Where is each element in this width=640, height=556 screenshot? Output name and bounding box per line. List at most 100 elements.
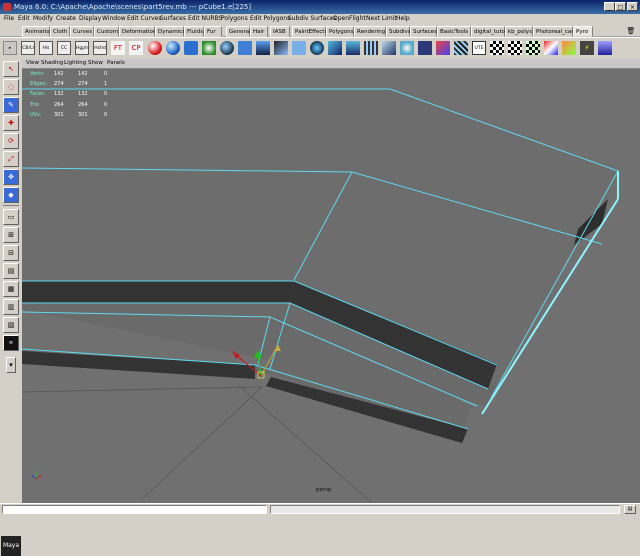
panel-menu-panels[interactable]: Panels [107, 60, 125, 66]
checker-icon[interactable] [490, 41, 504, 55]
menu-modify[interactable]: Modify [33, 15, 53, 22]
select-tool-icon[interactable]: ↖ [3, 61, 19, 77]
manipulator-tool-icon[interactable]: ✥ [3, 169, 19, 185]
shelf-tab-iasb[interactable]: IASB [270, 26, 290, 37]
layout-side-by-side-icon[interactable]: ⊟ [3, 245, 19, 261]
shelf-tab-cloth[interactable]: Cloth [50, 26, 70, 37]
menu-openflight[interactable]: OpenFlight [333, 15, 366, 22]
menu-create[interactable]: Create [56, 15, 76, 22]
shelf-tab-photoreal-car[interactable]: Photoreal_car [533, 26, 574, 37]
layout-custom-icon[interactable]: ▧ [3, 317, 19, 333]
shelf-tab-animation[interactable]: Animation [22, 26, 53, 37]
layout-single-icon[interactable]: ▭ [3, 209, 19, 225]
panel-menu-view[interactable]: View [26, 60, 39, 66]
smooth-icon[interactable] [382, 41, 396, 55]
shelf-hypergraph-button[interactable]: Hgph [75, 41, 89, 55]
layout-hypershade-icon[interactable]: ▥ [3, 299, 19, 315]
minimize-button[interactable]: _ [604, 2, 615, 11]
bevel-icon[interactable] [418, 41, 432, 55]
shelf-center-pivot-button[interactable]: CP [129, 41, 143, 55]
panel-menu-show[interactable]: Show [88, 60, 103, 66]
lasso-tool-icon[interactable]: ◌ [3, 79, 19, 95]
scale-tool-icon[interactable]: ⤢ [3, 151, 19, 167]
shelf-tab-basictools[interactable]: BasicTools [437, 26, 471, 37]
shelf-tab-hair[interactable]: Hair [250, 26, 268, 37]
panel-menu-lighting[interactable]: Lighting [64, 60, 86, 66]
combine-icon[interactable] [436, 41, 450, 55]
shelf-options-icon[interactable]: ▸ [3, 41, 17, 55]
menu-edit-polygons[interactable]: Edit Polygons [250, 15, 290, 22]
layout-persp-outliner-icon[interactable]: ▤ [3, 263, 19, 279]
poly-cube-icon[interactable] [238, 41, 252, 55]
trash-icon[interactable]: 🗑 [626, 26, 636, 36]
split-polygon-icon[interactable] [364, 41, 378, 55]
menu-next-limit[interactable]: Next Limit [366, 15, 397, 22]
merge-vertices-icon[interactable] [400, 41, 414, 55]
toolbox-arrow-icon[interactable]: ▾ [6, 357, 16, 373]
menu-surfaces[interactable]: Surfaces [160, 15, 186, 22]
shelf-ute-button[interactable]: UTE [472, 41, 486, 55]
shelf-freeze-transform-button[interactable]: FT [111, 41, 125, 55]
shelf-tab-rendering[interactable]: Rendering [354, 26, 386, 37]
material-icon[interactable] [544, 41, 558, 55]
maya-app-icon[interactable] [3, 3, 11, 11]
move-tool-icon[interactable]: ✚ [3, 115, 19, 131]
render-icon[interactable] [562, 41, 576, 55]
menu-help[interactable]: Help [396, 15, 410, 22]
perspective-viewport[interactable]: View Shading Lighting Show Panels Verts:… [22, 59, 640, 503]
menu-file[interactable]: File [4, 15, 14, 22]
paint-select-tool-icon[interactable]: ✎ [3, 97, 19, 113]
shelf-tab-digital-tutors[interactable]: digital_tutors [471, 26, 510, 37]
shelf-tab-fur[interactable]: Fur [204, 26, 222, 37]
script-editor-icon[interactable]: ▤ [624, 505, 636, 514]
shelf-tab-subdivs[interactable]: Subdivs [386, 26, 411, 37]
menu-edit[interactable]: Edit [18, 15, 30, 22]
checker-uv-icon[interactable] [508, 41, 522, 55]
wedge-face-icon[interactable] [454, 41, 468, 55]
menu-subdiv-surfaces[interactable]: Subdiv Surfaces [288, 15, 336, 22]
poly-cylinder-icon[interactable] [256, 41, 270, 55]
lightning-icon[interactable]: ⚡ [580, 41, 594, 55]
extrude-face-icon[interactable] [328, 41, 342, 55]
cube-blue-icon[interactable] [184, 41, 198, 55]
shelf-hypershade-button[interactable]: Hshd [93, 41, 107, 55]
maximize-button[interactable]: □ [615, 2, 626, 11]
shelf-history-button[interactable]: His [39, 41, 53, 55]
layout-persp-graph-icon[interactable]: ▦ [3, 281, 19, 297]
poly-sphere-icon[interactable] [220, 41, 234, 55]
menu-polygons[interactable]: Polygons [221, 15, 248, 22]
sphere-blue-icon[interactable] [166, 41, 180, 55]
shelf-tab-general[interactable]: General [226, 26, 251, 37]
shelf-tab-polygons[interactable]: Polygons [326, 26, 354, 37]
viewport-canvas[interactable] [22, 59, 640, 503]
panel-menu-shading[interactable]: Shading [41, 60, 63, 66]
shelf-tab-curves[interactable]: Curves [70, 26, 94, 37]
shelf-cc-button[interactable]: CC [57, 41, 71, 55]
close-button[interactable]: × [627, 2, 638, 11]
shelf-tab-pyro[interactable]: Pyro [573, 26, 593, 37]
shelf-tab-surfaces[interactable]: Surfaces [410, 26, 437, 37]
shelf-tab-kb-polys[interactable]: kb_polys [505, 26, 533, 37]
shelf-tab-custom[interactable]: Custom [94, 26, 119, 37]
shelf-tab-painteffects[interactable]: PaintEffects [292, 26, 327, 37]
shelf-tab-deformation[interactable]: Deformation [119, 26, 156, 37]
menu-edit-curves[interactable]: Edit Curves [127, 15, 161, 22]
layout-four-icon[interactable]: ⊞ [3, 227, 19, 243]
shelf-cbli-button[interactable]: CB/LI [21, 41, 35, 55]
sphere-red-icon[interactable] [148, 41, 162, 55]
rotate-tool-icon[interactable]: ⟳ [3, 133, 19, 149]
menu-display[interactable]: Display [79, 15, 101, 22]
checker-green-icon[interactable] [526, 41, 540, 55]
menu-edit-nurbs[interactable]: Edit NURBS [188, 15, 222, 22]
poly-cone-icon[interactable] [274, 41, 288, 55]
ipr-icon[interactable] [598, 41, 612, 55]
shelf-tab-dynamics[interactable]: Dynamics [155, 26, 185, 37]
extrude-edge-icon[interactable] [346, 41, 360, 55]
shelf-tab-fluids[interactable]: Fluids [184, 26, 204, 37]
mel-command-input[interactable] [2, 505, 267, 514]
cylinder-green-icon[interactable] [202, 41, 216, 55]
soft-mod-tool-icon[interactable]: ◆ [3, 187, 19, 203]
poly-torus-icon[interactable] [310, 41, 324, 55]
poly-plane-icon[interactable] [292, 41, 306, 55]
layout-script-icon[interactable]: ≡ [3, 335, 19, 351]
